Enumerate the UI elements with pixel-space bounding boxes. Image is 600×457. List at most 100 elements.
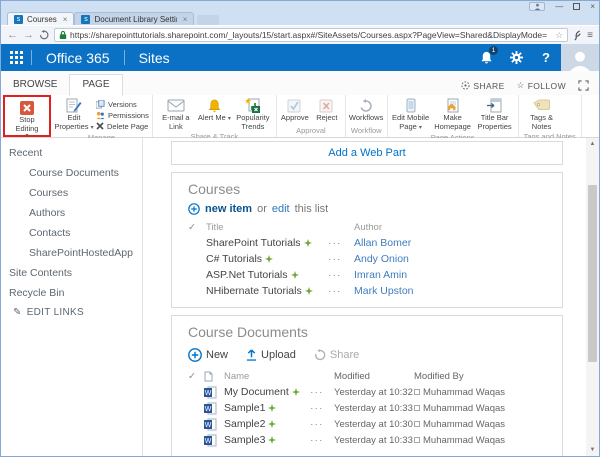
sites-link[interactable]: Sites xyxy=(125,50,184,66)
item-menu-ellipsis[interactable]: ··· xyxy=(328,237,354,249)
course-title[interactable]: C# Tutorials xyxy=(206,253,262,265)
tab-page[interactable]: PAGE xyxy=(69,74,122,96)
document-name[interactable]: Sample1 xyxy=(224,402,265,414)
tab-close-icon[interactable]: × xyxy=(63,15,68,24)
make-homepage-button[interactable]: Make Homepage xyxy=(433,97,473,131)
app-launcher-waffle-icon[interactable] xyxy=(1,51,31,64)
email-a-link-button[interactable]: E-mail a Link xyxy=(156,97,196,131)
item-menu-ellipsis[interactable]: ··· xyxy=(328,253,354,265)
user-avatar[interactable] xyxy=(561,44,599,71)
document-name[interactable]: My Document xyxy=(224,386,289,398)
column-header-name[interactable]: Name xyxy=(224,371,310,382)
scroll-down-icon[interactable]: ▼ xyxy=(586,447,599,453)
new-item-plus-icon[interactable] xyxy=(188,203,200,215)
forward-icon[interactable]: → xyxy=(23,30,34,41)
modified-by-value[interactable]: Muhammad Waqas xyxy=(423,435,505,446)
table-row[interactable]: C# Tutorials ··· Andy Onion xyxy=(188,251,546,267)
title-bar-properties-button[interactable]: Title Bar Properties xyxy=(475,97,515,131)
help-button[interactable]: ? xyxy=(531,44,561,71)
back-icon[interactable]: ← xyxy=(7,30,18,41)
course-title[interactable]: SharePoint Tutorials xyxy=(206,237,301,249)
nav-authors[interactable]: Authors xyxy=(1,203,142,223)
select-all-icon[interactable]: ✓ xyxy=(188,371,204,382)
versions-button[interactable]: Versions xyxy=(96,99,149,109)
page-scrollbar[interactable]: ▲ ▼ xyxy=(586,138,599,456)
address-bar[interactable]: https://sharepointtutorials.sharepoint.c… xyxy=(54,28,568,42)
settings-gear-button[interactable] xyxy=(501,44,531,71)
column-header-modified[interactable]: Modified xyxy=(334,371,414,382)
course-title[interactable]: ASP.Net Tutorials xyxy=(206,269,288,281)
edit-properties-button[interactable]: Edit Properties ▾ xyxy=(54,97,94,132)
reject-button[interactable]: Reject xyxy=(312,97,342,123)
item-menu-ellipsis[interactable]: ··· xyxy=(328,285,354,297)
maximize-button[interactable] xyxy=(573,3,580,10)
browser-profile-button[interactable] xyxy=(529,2,545,11)
new-document-button[interactable]: New xyxy=(188,348,228,362)
share-document-button[interactable]: Share xyxy=(314,349,359,361)
document-name[interactable]: Sample3 xyxy=(224,434,265,446)
edit-list-link[interactable]: edit xyxy=(272,203,290,215)
stop-editing-button[interactable]: Stop Editing ▾ xyxy=(7,99,47,140)
author-link[interactable]: Andy Onion xyxy=(354,253,546,265)
delete-page-button[interactable]: Delete Page xyxy=(96,121,149,131)
item-menu-ellipsis[interactable]: ··· xyxy=(310,418,334,430)
nav-recycle-bin[interactable]: Recycle Bin xyxy=(1,283,142,303)
office-365-brand[interactable]: Office 365 xyxy=(32,50,124,66)
author-link[interactable]: Allan Bomer xyxy=(354,237,546,249)
workflows-button[interactable]: Workflows xyxy=(349,97,383,123)
follow-button[interactable]: ☆ FOLLOW xyxy=(517,80,566,91)
tab-browse[interactable]: BROWSE xyxy=(1,75,69,95)
browser-menu-icon[interactable]: ≡ xyxy=(587,30,593,41)
course-title[interactable]: NHibernate Tutorials xyxy=(206,285,302,297)
modified-by-value[interactable]: Muhammad Waqas xyxy=(423,387,505,398)
bookmark-star-icon[interactable]: ☆ xyxy=(555,30,563,41)
alert-me-button[interactable]: Alert Me ▾ xyxy=(198,97,231,123)
nav-sharepointhostedapp[interactable]: SharePointHostedApp xyxy=(1,243,142,263)
approve-button[interactable]: Approve xyxy=(280,97,310,123)
author-link[interactable]: Mark Upston xyxy=(354,285,546,297)
popularity-trends-button[interactable]: Popularity Trends xyxy=(233,97,273,131)
share-button[interactable]: SHARE xyxy=(461,81,504,91)
notifications-bell-button[interactable]: 1 xyxy=(471,44,501,71)
column-header-title[interactable]: Title xyxy=(206,222,328,233)
refresh-icon[interactable] xyxy=(39,30,49,40)
focus-on-content-icon[interactable] xyxy=(578,80,589,91)
close-window-button[interactable]: × xyxy=(590,2,595,11)
table-row[interactable]: ASP.Net Tutorials ··· Imran Amin xyxy=(188,267,546,283)
scrollbar-thumb[interactable] xyxy=(588,185,597,362)
upload-button[interactable]: Upload xyxy=(246,349,296,361)
tab-courses[interactable]: s Courses × xyxy=(7,12,74,25)
new-item-link[interactable]: new item xyxy=(205,203,252,215)
tab-document-library-settings[interactable]: s Document Library Setting × xyxy=(74,12,194,25)
nav-courses[interactable]: Courses xyxy=(1,183,142,203)
nav-contacts[interactable]: Contacts xyxy=(1,223,142,243)
item-menu-ellipsis[interactable]: ··· xyxy=(310,434,334,446)
edit-mobile-page-button[interactable]: Edit Mobile Page ▾ xyxy=(391,97,431,132)
add-web-part-button[interactable]: Add a Web Part xyxy=(171,141,563,165)
select-all-icon[interactable]: ✓ xyxy=(188,222,206,233)
extension-icon[interactable] xyxy=(573,30,582,41)
table-row[interactable]: W Sample3 ··· Yesterday at 10:33 AM Muha… xyxy=(188,432,546,448)
author-link[interactable]: Imran Amin xyxy=(354,269,546,281)
nav-site-contents[interactable]: Site Contents xyxy=(1,263,142,283)
permissions-button[interactable]: Permissions xyxy=(96,110,149,120)
modified-by-value[interactable]: Muhammad Waqas xyxy=(423,419,505,430)
table-row[interactable]: W Sample1 ··· Yesterday at 10:33 AM Muha… xyxy=(188,400,546,416)
table-row[interactable]: SharePoint Tutorials ··· Allan Bomer xyxy=(188,235,546,251)
tags-notes-button[interactable]: Tags & Notes xyxy=(522,97,562,131)
column-header-author[interactable]: Author xyxy=(354,222,546,233)
modified-by-value[interactable]: Muhammad Waqas xyxy=(423,403,505,414)
table-row[interactable]: NHibernate Tutorials ··· Mark Upston xyxy=(188,283,546,299)
item-menu-ellipsis[interactable]: ··· xyxy=(310,386,334,398)
nav-course-documents[interactable]: Course Documents xyxy=(1,163,142,183)
tab-close-icon[interactable]: × xyxy=(183,15,188,24)
item-menu-ellipsis[interactable]: ··· xyxy=(310,402,334,414)
column-header-modified-by[interactable]: Modified By xyxy=(414,371,546,382)
minimize-button[interactable]: — xyxy=(555,2,563,11)
edit-links-button[interactable]: ✎ EDIT LINKS xyxy=(1,303,142,322)
document-name[interactable]: Sample2 xyxy=(224,418,265,430)
table-row[interactable]: W Sample2 ··· Yesterday at 10:30 AM Muha… xyxy=(188,416,546,432)
item-menu-ellipsis[interactable]: ··· xyxy=(328,269,354,281)
table-row[interactable]: W My Document ··· Yesterday at 10:32 AM … xyxy=(188,384,546,400)
scroll-up-icon[interactable]: ▲ xyxy=(586,141,599,147)
